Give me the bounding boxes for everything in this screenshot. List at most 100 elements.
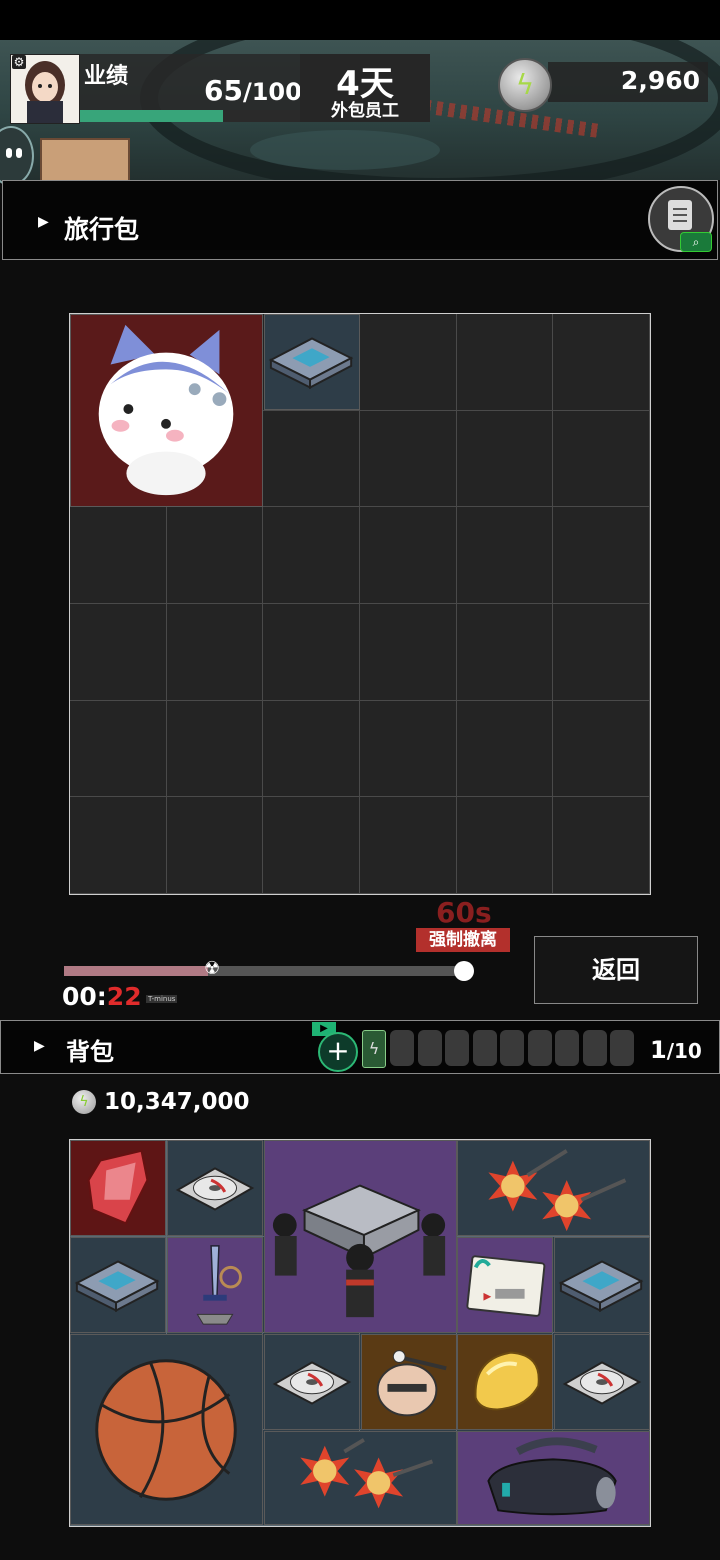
empty-slot [390, 1030, 414, 1066]
expand-arrow-icon[interactable]: ▶ [34, 1038, 45, 1054]
grid-cell[interactable] [70, 603, 167, 701]
robot-head-icon [376, 1350, 447, 1417]
evacuation-countdown: 60s [436, 896, 492, 929]
grid-cell[interactable] [553, 314, 650, 411]
hard-drive-icon [268, 337, 354, 390]
grid-cell[interactable] [263, 507, 360, 604]
flail-icon [300, 1438, 434, 1509]
empty-slot [555, 1030, 579, 1066]
spiked-flail-item[interactable] [264, 1431, 457, 1525]
energy-coin-icon: ϟ [72, 1090, 96, 1114]
grid-cell[interactable] [359, 507, 457, 604]
empty-slot [582, 1030, 607, 1066]
grid-cell[interactable] [359, 603, 457, 701]
hard-drive-item[interactable] [70, 1237, 166, 1333]
speaker-icon [272, 1184, 446, 1318]
grid-cell[interactable] [70, 507, 167, 604]
cat-icon [98, 324, 234, 496]
grid-cell[interactable] [263, 410, 360, 508]
empty-slot [500, 1030, 524, 1066]
timer-seconds: 22 [106, 982, 142, 1011]
add-slot-button[interactable]: + [318, 1032, 358, 1072]
robot-head-item[interactable] [361, 1334, 457, 1430]
hard-drive-item[interactable] [264, 314, 360, 410]
grid-cell[interactable] [553, 507, 650, 604]
vr-headset-icon [487, 1437, 617, 1516]
search-icon: ⌕ [680, 232, 712, 252]
grid-cell[interactable] [359, 797, 457, 894]
empty-slot [445, 1030, 469, 1066]
grid-cell[interactable] [456, 797, 554, 894]
basketball-item[interactable] [70, 1334, 263, 1525]
backpack-count: 1 [650, 1036, 667, 1064]
battery-icon: ϟ [362, 1030, 386, 1068]
grid-cell[interactable] [456, 700, 554, 798]
performance-value: 65/100 [204, 74, 302, 107]
disc-icon [562, 1361, 642, 1405]
grid-cell[interactable] [166, 603, 264, 701]
grid-cell[interactable] [456, 410, 554, 508]
disc-item[interactable] [554, 1334, 650, 1430]
grid-cell[interactable] [70, 700, 167, 798]
grid-cell[interactable] [553, 797, 650, 894]
energy-coin-icon: ϟ [498, 58, 552, 112]
flail-icon [488, 1149, 627, 1232]
disc-icon [175, 1167, 255, 1211]
employee-rank: 外包员工 [331, 101, 399, 121]
grid-cell[interactable] [166, 797, 264, 894]
grid-cell[interactable] [553, 410, 650, 508]
hard-drive-item[interactable] [554, 1237, 650, 1333]
sword-statue-item[interactable] [167, 1237, 263, 1333]
grid-cell[interactable] [553, 700, 650, 798]
card-icon [466, 1255, 546, 1317]
grid-cell[interactable] [263, 797, 360, 894]
clipboard-icon [668, 200, 692, 230]
grid-cell[interactable] [359, 700, 457, 798]
grid-cell[interactable] [456, 603, 554, 701]
grid-cell[interactable] [359, 314, 457, 411]
grid-cell[interactable] [553, 603, 650, 701]
crystal-item[interactable] [70, 1140, 166, 1236]
currency-value: 2,960 [620, 66, 700, 95]
money-value: 10,347,000 [104, 1089, 250, 1115]
evacuation-marker [454, 961, 474, 981]
inspect-button[interactable]: ⌕ [648, 186, 714, 252]
backpack-count-max: /10 [666, 1039, 702, 1063]
grid-cell[interactable] [70, 797, 167, 894]
basketball-icon [95, 1359, 237, 1501]
grid-cell[interactable] [456, 314, 554, 411]
grid-cell[interactable] [456, 507, 554, 604]
disc-item[interactable] [167, 1140, 263, 1236]
grid-cell[interactable] [263, 700, 360, 798]
card-item[interactable] [457, 1237, 553, 1333]
performance-current: 65 [204, 74, 243, 107]
disc-item[interactable] [264, 1334, 360, 1430]
backpack-title: 背包 [66, 1038, 114, 1066]
performance-max: /100 [242, 78, 302, 106]
coffin-dance-speaker-item[interactable] [264, 1140, 457, 1333]
gear-icon[interactable]: ⚙ [12, 55, 26, 69]
grid-cell[interactable] [359, 410, 457, 508]
performance-label: 业绩 [84, 64, 129, 89]
grid-cell[interactable] [263, 603, 360, 701]
travel-bag-title: 旅行包 [64, 215, 140, 244]
grid-cell[interactable] [166, 507, 264, 604]
radiation-icon: ☢ [204, 958, 221, 979]
grid-cell[interactable] [166, 700, 264, 798]
wall-poster [40, 138, 130, 184]
forced-evacuation-label: 强制撤离 [416, 928, 510, 952]
cat-mascot-item[interactable] [70, 314, 263, 507]
hard-drive-icon [558, 1260, 644, 1313]
empty-slot [472, 1030, 497, 1066]
empty-slot [527, 1030, 552, 1066]
evacuation-progress-fill [64, 966, 208, 976]
golden-blob-item[interactable] [457, 1334, 553, 1430]
spiked-flail-item[interactable] [457, 1140, 650, 1236]
return-button[interactable]: 返回 [534, 936, 698, 1004]
status-bar-area [0, 0, 720, 40]
disc-icon [272, 1361, 352, 1405]
vr-headset-item[interactable] [457, 1431, 650, 1525]
hard-drive-icon [74, 1260, 160, 1313]
expand-arrow-icon[interactable]: ▶ [38, 214, 49, 230]
crystal-icon [87, 1149, 149, 1225]
